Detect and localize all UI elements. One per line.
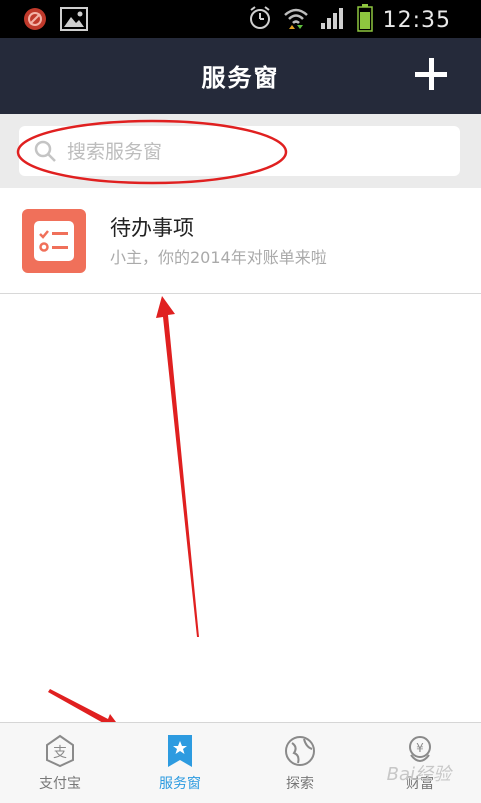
search-input[interactable] [65,134,449,170]
list-item-subtitle: 小主，你的2014年对账单来啦 [110,248,327,267]
svg-text:支: 支 [53,745,67,761]
tab-alipay[interactable]: 支 支付宝 [0,723,120,803]
page-title: 服务窗 [201,64,280,92]
image-notification-icon [60,7,88,35]
tab-explore[interactable]: 探索 [240,723,360,803]
battery-icon [356,4,373,36]
tab-label: 服务窗 [159,776,201,792]
app-header: 服务窗 [0,38,481,114]
status-bar: 12:35 [0,0,481,38]
list-item[interactable]: 待办事项 小主，你的2014年对账单来啦 [0,188,481,294]
alipay-icon: 支 [42,733,78,773]
wifi-icon [283,5,309,35]
alarm-icon [247,5,273,35]
signal-icon [319,5,347,35]
add-button[interactable] [415,58,447,90]
bookmark-star-icon [165,733,195,773]
globe-icon [282,733,318,773]
search-icon [33,139,57,167]
tab-service[interactable]: 服务窗 [120,723,240,803]
list-item-title: 待办事项 [110,216,194,240]
todo-list-icon [22,209,86,273]
status-time: 12:35 [382,7,451,33]
watermark: Bai经验 [386,764,451,785]
svg-text:¥: ¥ [416,741,424,755]
annotation-arrow-up [156,296,199,637]
search-box[interactable] [19,126,460,176]
search-area [0,114,481,188]
app-notification-icon [22,6,48,36]
tab-label: 支付宝 [39,776,81,792]
tab-label: 探索 [286,776,314,792]
